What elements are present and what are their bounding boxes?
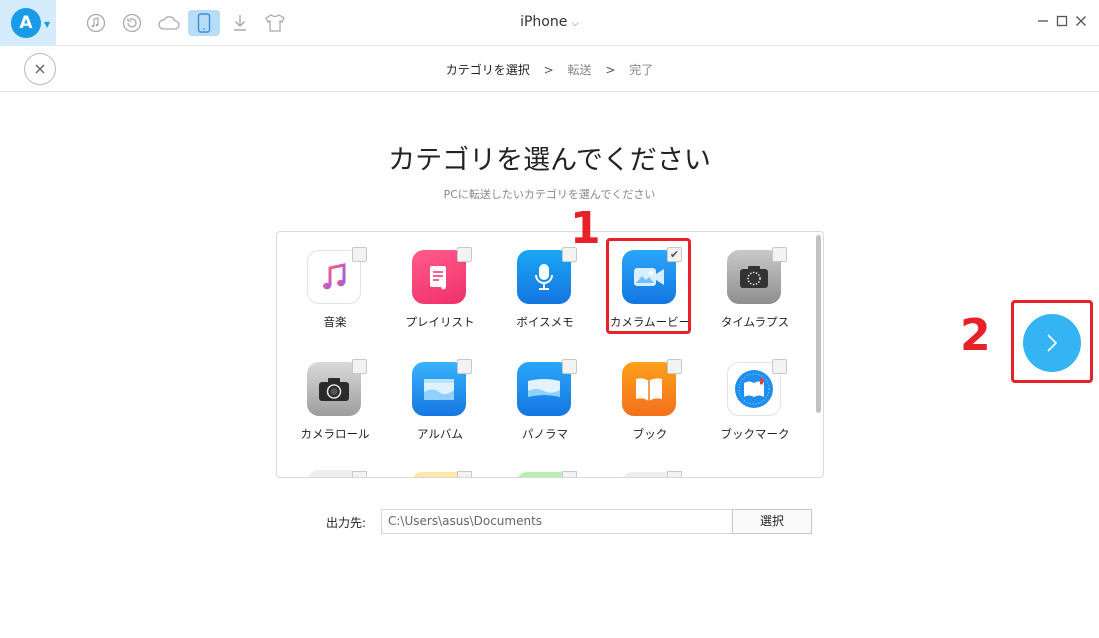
chevron-down-icon: ⌵: [571, 18, 579, 29]
category-item-album[interactable]: アルバム: [383, 344, 491, 444]
category-item-music[interactable]: 音楽: [278, 232, 386, 332]
category-label: ブック: [632, 427, 668, 441]
category-label: カメラロール: [300, 427, 370, 441]
category-item-panorama[interactable]: パノラマ: [488, 344, 596, 444]
close-window-icon[interactable]: [1074, 13, 1090, 29]
category-checkbox[interactable]: [667, 471, 682, 477]
step-select-category: カテゴリを選択: [445, 63, 530, 77]
category-checkbox[interactable]: [772, 359, 787, 374]
category-checkbox[interactable]: [457, 471, 472, 477]
annotation-number-1: 1: [570, 203, 601, 254]
maximize-icon[interactable]: [1055, 13, 1071, 29]
category-item-bookmark[interactable]: ブックマーク: [698, 344, 806, 444]
step-separator: >: [605, 63, 616, 77]
category-item-camera-roll[interactable]: カメラロール: [278, 344, 386, 444]
chevron-right-icon: [1047, 334, 1058, 352]
category-checkbox[interactable]: [562, 471, 577, 477]
category-checkbox[interactable]: [772, 247, 787, 262]
category-item-playlist[interactable]: プレイリスト: [383, 232, 491, 332]
highlight-box-1: [606, 238, 691, 334]
category-label: アルバム: [417, 427, 463, 441]
next-button[interactable]: [1023, 314, 1081, 372]
category-panel: 音楽 プレイリスト ボイスメモ ✔ カメラムービー タイムラプス カメラロール …: [276, 231, 824, 478]
category-label: ボイスメモ: [516, 315, 574, 329]
category-label: ブックマーク: [720, 427, 790, 441]
category-label: 音楽: [323, 315, 347, 329]
output-label: 出力先:: [326, 516, 367, 530]
category-checkbox[interactable]: [352, 247, 367, 262]
page-title: カテゴリを選んでください: [388, 145, 711, 176]
minimize-icon[interactable]: [1036, 13, 1052, 29]
step-complete: 完了: [629, 63, 654, 77]
category-checkbox[interactable]: [352, 359, 367, 374]
page-subtitle: PCに転送したいカテゴリを選んでください: [443, 188, 656, 201]
step-transfer: 転送: [567, 63, 592, 77]
device-name: iPhone: [520, 14, 568, 30]
category-checkbox[interactable]: [667, 359, 682, 374]
category-checkbox[interactable]: [352, 471, 367, 477]
output-path-field[interactable]: C:\Users\asus\Documents: [381, 509, 733, 534]
annotation-number-2: 2: [960, 310, 991, 361]
select-folder-button[interactable]: 選択: [732, 509, 812, 534]
device-title[interactable]: iPhone ⌵: [0, 14, 1099, 30]
category-label: タイムラプス: [720, 315, 790, 329]
category-checkbox[interactable]: [457, 359, 472, 374]
category-checkbox[interactable]: [457, 247, 472, 262]
scrollbar[interactable]: [816, 235, 821, 413]
category-label: プレイリスト: [405, 315, 475, 329]
category-item-timelapse[interactable]: タイムラプス: [698, 232, 806, 332]
step-bar: カテゴリを選択 > 転送 > 完了: [0, 46, 1099, 92]
breadcrumb: カテゴリを選択 > 転送 > 完了: [0, 61, 1099, 78]
step-separator: >: [543, 63, 554, 77]
category-checkbox[interactable]: [562, 359, 577, 374]
category-item-book[interactable]: ブック: [593, 344, 701, 444]
top-bar: A ▼ iPhone ⌵: [0, 0, 1099, 46]
category-label: パノラマ: [522, 427, 568, 441]
